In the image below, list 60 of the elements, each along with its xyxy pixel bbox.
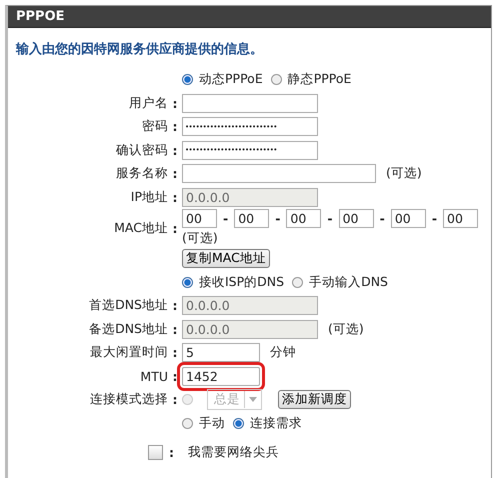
colon: :	[172, 166, 178, 182]
colon: :	[172, 190, 178, 205]
colon: :	[172, 220, 178, 236]
radio-button[interactable]	[182, 74, 193, 86]
colon: :	[172, 142, 178, 158]
field-label: 服务名称	[115, 165, 168, 182]
colon: :	[172, 392, 178, 408]
hint-text: 分钟	[270, 344, 296, 362]
input-field[interactable]	[182, 164, 376, 184]
field-label: 连接模式选择	[89, 391, 168, 408]
input-field[interactable]	[182, 94, 318, 113]
field-label: 最大闲置时间	[89, 344, 168, 362]
copy-mac-button[interactable]: 复制MAC地址	[182, 249, 270, 268]
radio-label: 接收ISP的DNS	[199, 274, 284, 291]
field-label: MTU	[139, 368, 168, 384]
input-field[interactable]: 00	[443, 209, 478, 228]
input-field[interactable]: 00	[182, 209, 217, 228]
dash: -	[380, 211, 385, 226]
colon: :	[169, 445, 174, 460]
field-label: 确认密码	[115, 142, 168, 159]
section-header: PPPOE	[8, 6, 491, 28]
intro-text: 输入由您的因特网服务供应商提供的信息。	[14, 40, 264, 59]
hint-text: (可选)	[182, 230, 219, 247]
field-label: 密码	[141, 118, 168, 136]
field-label: 用户名	[128, 94, 168, 112]
input-field[interactable]: 00	[338, 209, 374, 228]
colon: :	[172, 298, 178, 314]
dash: -	[432, 211, 438, 226]
input-field[interactable]: 00	[286, 209, 322, 228]
radio-label: 静态PPPoE	[288, 71, 352, 88]
radio-label: 连接需求	[250, 414, 302, 432]
checkbox-label: 我需要网络尖兵	[188, 444, 279, 462]
radio-button[interactable]	[270, 74, 282, 86]
dash: -	[275, 211, 280, 226]
input-field[interactable]: 5	[182, 343, 260, 362]
radio-label: 手动输入DNS	[309, 274, 388, 291]
radio-label: 动态PPPoE	[199, 71, 263, 88]
caret-icon	[249, 397, 257, 402]
radio-button[interactable]	[233, 418, 244, 429]
colon: :	[172, 368, 178, 384]
add-schedule-button[interactable]: 添加新调度	[278, 390, 351, 410]
colon: :	[172, 322, 178, 337]
input-field[interactable]: 00	[234, 209, 270, 228]
field-label: 备选DNS地址	[88, 320, 168, 338]
radio-button[interactable]	[182, 418, 193, 429]
colon: :	[172, 345, 178, 360]
hint-text: (可选)	[386, 165, 422, 182]
field-label: MAC地址	[113, 220, 168, 236]
hint-text: (可选)	[328, 320, 364, 338]
colon: :	[172, 119, 178, 134]
input-field[interactable]: 00	[390, 209, 426, 228]
dash: -	[223, 211, 228, 226]
checkbox[interactable]	[148, 445, 163, 460]
dash: -	[327, 211, 333, 226]
radio-label: 手动	[199, 414, 225, 432]
colon: :	[172, 96, 178, 111]
radio-button[interactable]	[292, 276, 304, 288]
radio-button[interactable]	[182, 276, 193, 288]
field-label: 首选DNS地址	[88, 297, 168, 314]
field-label: IP地址	[130, 188, 168, 206]
